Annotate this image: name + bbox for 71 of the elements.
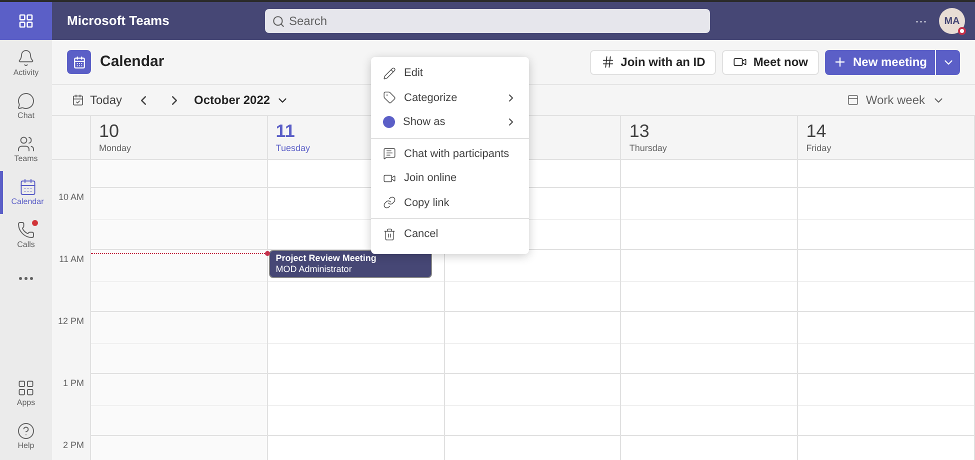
menu-item[interactable]: Cancel xyxy=(371,222,529,246)
menu-item[interactable]: Show as xyxy=(371,110,529,134)
day-number: 13 xyxy=(629,120,650,142)
calendar-app-icon xyxy=(67,50,91,74)
time-label: 2 PM xyxy=(62,439,84,452)
dropdown-button[interactable] xyxy=(936,50,960,74)
hash-icon xyxy=(600,55,615,69)
avatar[interactable]: MA xyxy=(939,8,965,34)
more-icon xyxy=(19,277,33,280)
sidebar-label: Help xyxy=(18,440,34,452)
sidebar-item[interactable]: Activity xyxy=(0,42,52,85)
sidebar-label: Calls xyxy=(17,238,35,250)
pencil-icon xyxy=(383,66,396,80)
search-icon xyxy=(272,15,285,28)
calendar-icon xyxy=(72,94,84,106)
sidebar-label: Chat xyxy=(18,110,34,122)
chat-icon xyxy=(383,147,396,160)
more-options-button[interactable]: ··· xyxy=(915,12,927,30)
menu-item[interactable]: Categorize xyxy=(371,86,529,110)
search-field[interactable]: Search xyxy=(265,9,710,33)
link-icon xyxy=(383,196,396,210)
sidebar-item[interactable]: Help xyxy=(0,415,52,458)
view-icon xyxy=(846,94,859,106)
time-label: 12 PM xyxy=(58,315,84,328)
weekday-label: Thursday xyxy=(629,142,667,155)
time-label: 1 PM xyxy=(62,377,84,390)
current-time-marker xyxy=(264,251,270,256)
new-meeting-button[interactable]: New meeting xyxy=(824,50,935,74)
time-label: 10 AM xyxy=(58,191,84,204)
weekday-label: Tuesday xyxy=(276,142,310,155)
today-button[interactable]: Today xyxy=(72,91,122,109)
waffle-icon xyxy=(18,13,34,29)
weekday-label: Friday xyxy=(806,142,832,155)
tag-icon xyxy=(383,91,396,104)
sidebar-item[interactable]: Apps xyxy=(0,372,52,415)
video-camera-icon xyxy=(733,55,748,69)
day-number: 11 xyxy=(276,120,295,142)
toolbar-button[interactable]: Join with an ID xyxy=(590,50,716,74)
calendar-icon xyxy=(18,178,36,196)
sidebar-item[interactable]: Chat xyxy=(0,85,52,128)
menu-item[interactable]: Edit xyxy=(371,61,529,86)
toolbar-button[interactable]: Meet now xyxy=(722,50,819,74)
menu-item[interactable]: Copy link xyxy=(371,190,529,215)
day-number: 14 xyxy=(806,120,826,142)
weekday-label: Monday xyxy=(99,142,132,155)
view-dropdown[interactable]: Work week xyxy=(846,91,945,109)
phone-icon xyxy=(17,220,35,238)
app-launcher[interactable] xyxy=(0,2,52,40)
event-organizer: MOD Administrator xyxy=(276,264,352,275)
people-icon xyxy=(17,134,35,152)
chat-icon xyxy=(17,92,35,110)
menu-item[interactable]: Join online xyxy=(371,166,529,190)
sidebar-item[interactable]: Teams xyxy=(0,128,52,171)
apps-icon xyxy=(17,378,35,396)
sidebar-item[interactable]: Calls xyxy=(0,214,52,257)
sidebar-label: Teams xyxy=(14,152,38,164)
sidebar-label: Apps xyxy=(16,396,36,408)
day-number: 10 xyxy=(99,120,120,142)
event-title: Project Review Meeting xyxy=(276,253,376,264)
page-title: Calendar xyxy=(100,52,164,72)
month-dropdown[interactable]: October 2022 xyxy=(194,91,290,109)
event-card[interactable]: Project Review Meeting MOD Administrator xyxy=(268,250,432,278)
plus-icon xyxy=(832,55,847,69)
sidebar-label: Activity xyxy=(13,66,39,78)
sidebar-label: Calendar xyxy=(11,196,44,208)
bell-icon xyxy=(17,48,35,66)
app-title: Microsoft Teams xyxy=(67,12,170,30)
menu-item[interactable]: Chat with participants xyxy=(371,142,529,166)
help-icon xyxy=(17,422,35,440)
trash-icon xyxy=(383,228,396,241)
time-label: 11 AM xyxy=(59,253,84,266)
